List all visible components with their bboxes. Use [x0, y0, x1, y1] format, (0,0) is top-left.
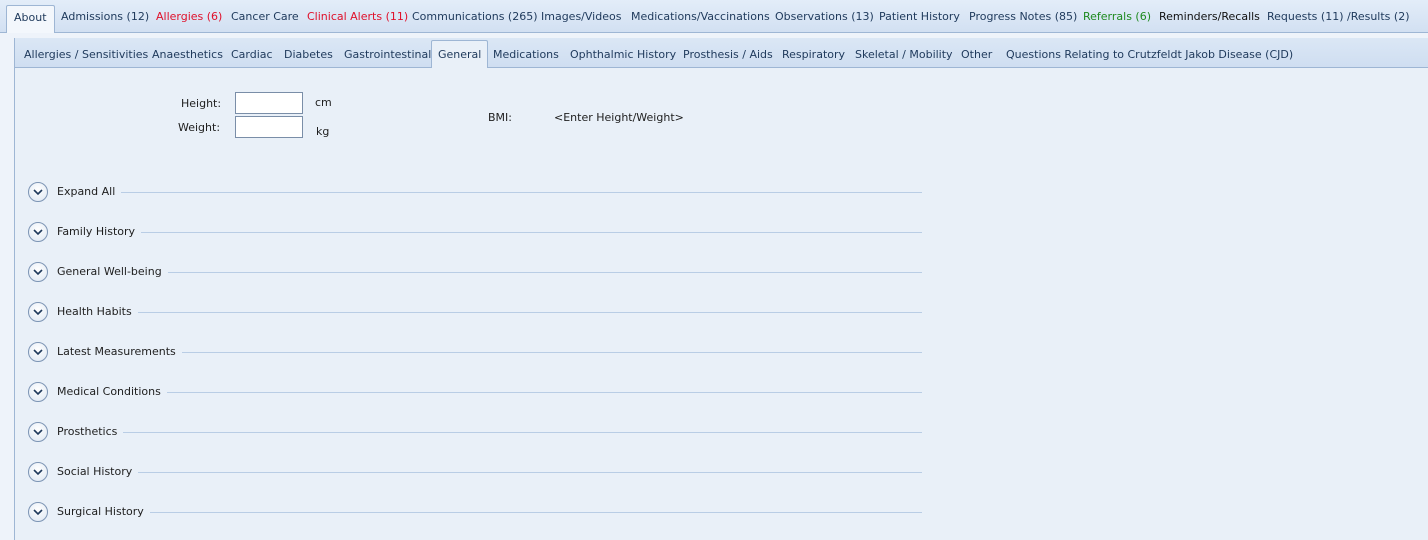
- subtab-gastrointestinal[interactable]: Gastrointestinal: [344, 48, 431, 61]
- section-divider: [57, 472, 922, 473]
- subtab-anaesthetics[interactable]: Anaesthetics: [152, 48, 223, 61]
- tab-cancer-care[interactable]: Cancer Care: [231, 10, 299, 23]
- bmi-label: BMI:: [488, 111, 512, 124]
- tab-referrals[interactable]: Referrals (6): [1083, 10, 1151, 23]
- height-unit: cm: [315, 96, 332, 109]
- chevron-down-icon[interactable]: [28, 342, 48, 362]
- section-social-history[interactable]: Social History: [28, 462, 922, 484]
- section-family-history[interactable]: Family History: [28, 222, 922, 244]
- section-label: General Well-being: [57, 265, 168, 278]
- tab-observations[interactable]: Observations (13): [775, 10, 874, 23]
- section-label: Expand All: [57, 185, 122, 198]
- chevron-down-icon[interactable]: [28, 222, 48, 242]
- section-divider: [57, 432, 922, 433]
- section-divider: [57, 512, 922, 513]
- chevron-down-icon[interactable]: [28, 182, 48, 202]
- chevron-down-icon[interactable]: [28, 302, 48, 322]
- tab-clinical-alerts[interactable]: Clinical Alerts (11): [307, 10, 408, 23]
- section-label: Social History: [57, 465, 139, 478]
- section-label: Health Habits: [57, 305, 138, 318]
- subtab-cardiac[interactable]: Cardiac: [231, 48, 273, 61]
- chevron-down-icon[interactable]: [28, 462, 48, 482]
- subtab-other[interactable]: Other: [961, 48, 992, 61]
- tab-reminders-recalls[interactable]: Reminders/Recalls: [1159, 10, 1260, 23]
- subtab-respiratory[interactable]: Respiratory: [782, 48, 845, 61]
- section-prosthetics[interactable]: Prosthetics: [28, 422, 922, 444]
- height-label: Height:: [181, 97, 222, 110]
- section-divider: [57, 192, 922, 193]
- tab-communications[interactable]: Communications (265): [412, 10, 538, 23]
- subtab-medications[interactable]: Medications: [493, 48, 559, 61]
- section-label: Prosthetics: [57, 425, 124, 438]
- subtab-prosthesis-aids[interactable]: Prosthesis / Aids: [683, 48, 773, 61]
- section-health-habits[interactable]: Health Habits: [28, 302, 922, 324]
- section-general-well-being[interactable]: General Well-being: [28, 262, 922, 284]
- section-divider: [57, 392, 922, 393]
- chevron-down-icon[interactable]: [28, 502, 48, 522]
- section-medical-conditions[interactable]: Medical Conditions: [28, 382, 922, 404]
- weight-input[interactable]: [235, 116, 303, 138]
- bmi-value: <Enter Height/Weight>: [554, 111, 684, 124]
- section-latest-measurements[interactable]: Latest Measurements: [28, 342, 922, 364]
- section-label: Surgical History: [57, 505, 150, 518]
- chevron-down-icon[interactable]: [28, 382, 48, 402]
- section-divider: [57, 272, 922, 273]
- tab-patient-history[interactable]: Patient History: [879, 10, 960, 23]
- section-divider: [57, 312, 922, 313]
- tab-requests-results[interactable]: Requests (11) /Results (2): [1267, 10, 1410, 23]
- subtab-skeletal-mobility[interactable]: Skeletal / Mobility: [855, 48, 953, 61]
- tab-progress-notes[interactable]: Progress Notes (85): [969, 10, 1077, 23]
- section-divider: [57, 232, 922, 233]
- subtab-cjd-questions[interactable]: Questions Relating to Crutzfeldt Jakob D…: [1006, 48, 1293, 61]
- section-divider: [57, 352, 922, 353]
- subtab-ophthalmic-history[interactable]: Ophthalmic History: [570, 48, 676, 61]
- weight-unit: kg: [316, 125, 330, 138]
- section-expand-all[interactable]: Expand All: [28, 182, 922, 204]
- tab-admissions[interactable]: Admissions (12): [61, 10, 149, 23]
- subtab-diabetes[interactable]: Diabetes: [284, 48, 333, 61]
- tab-about[interactable]: About: [6, 5, 55, 33]
- chevron-down-icon[interactable]: [28, 422, 48, 442]
- weight-label: Weight:: [178, 121, 221, 134]
- main-tab-bar: About Admissions (12) Allergies (6) Canc…: [0, 0, 1428, 33]
- tab-allergies[interactable]: Allergies (6): [156, 10, 222, 23]
- subtab-general[interactable]: General: [431, 40, 489, 69]
- section-label: Family History: [57, 225, 142, 238]
- subtab-allergies-sensitivities[interactable]: Allergies / Sensitivities: [24, 48, 148, 61]
- tab-images-videos[interactable]: Images/Videos: [541, 10, 621, 23]
- section-surgical-history[interactable]: Surgical History: [28, 502, 922, 524]
- height-input[interactable]: [235, 92, 303, 114]
- chevron-down-icon[interactable]: [28, 262, 48, 282]
- section-label: Medical Conditions: [57, 385, 167, 398]
- tab-medications-vaccinations[interactable]: Medications/Vaccinations: [631, 10, 770, 23]
- section-label: Latest Measurements: [57, 345, 182, 358]
